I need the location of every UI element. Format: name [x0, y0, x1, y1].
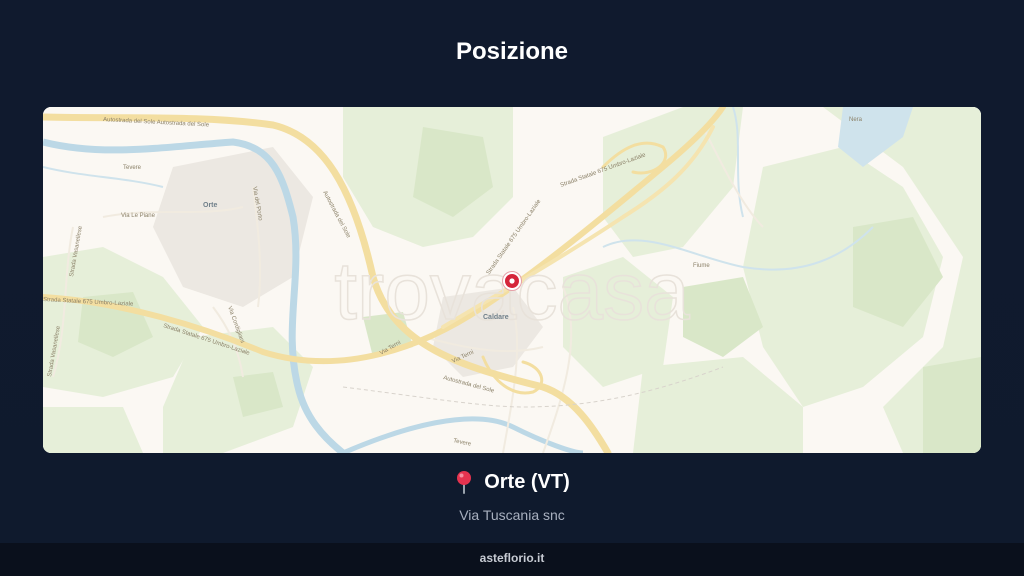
location-city: Orte (VT): [484, 470, 570, 493]
map[interactable]: trovacasa Orte Caldare Via Le Piane Via …: [43, 107, 981, 453]
pushpin-icon: [454, 470, 474, 494]
river-label-nera: Nera: [849, 117, 863, 123]
road-label-via-le-piane: Via Le Piane: [121, 213, 156, 219]
river-label-tevere-top: Tevere: [123, 165, 142, 171]
page-title: Posizione: [455, 38, 569, 65]
location-address: Via Tuscania snc: [459, 507, 565, 523]
watermark: trovacasa: [334, 246, 690, 337]
location-city-line: Orte (VT): [454, 470, 570, 494]
location-marker-icon[interactable]: [502, 271, 522, 291]
town-label-caldare: Caldare: [483, 314, 509, 321]
location-block: Orte (VT) Via Tuscania snc: [0, 470, 1024, 523]
town-label-orte: Orte: [203, 202, 218, 209]
footer-site: asteflorio.it: [0, 543, 1024, 576]
river-label-fiume: Fiume: [693, 263, 710, 269]
